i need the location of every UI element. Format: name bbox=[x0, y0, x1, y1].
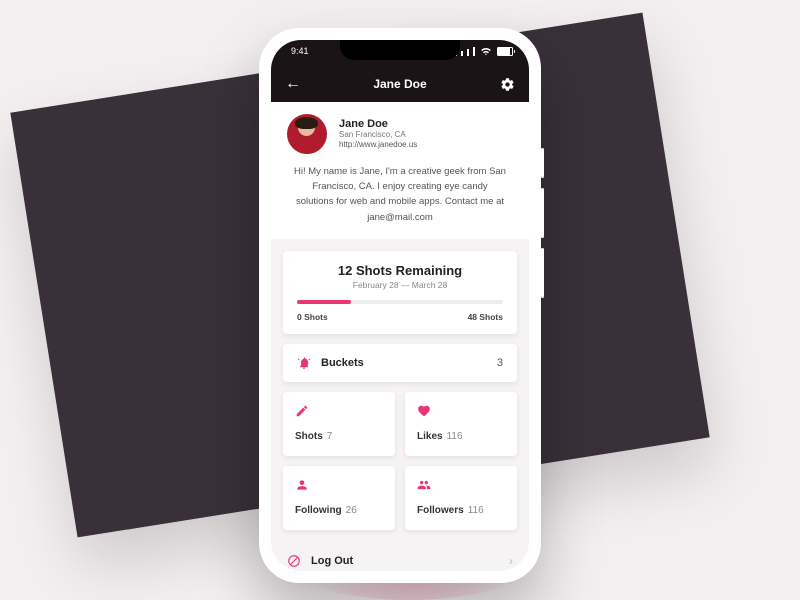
buckets-card[interactable]: Buckets 3 bbox=[283, 344, 517, 382]
content: Jane Doe San Francisco, CA http://www.ja… bbox=[271, 102, 529, 571]
avatar[interactable] bbox=[287, 114, 327, 154]
chevron-right-icon: › bbox=[509, 554, 513, 568]
device-button bbox=[541, 148, 544, 178]
device-button bbox=[541, 188, 544, 238]
wifi-icon bbox=[481, 48, 491, 56]
gear-icon bbox=[500, 77, 515, 92]
profile-location: San Francisco, CA bbox=[339, 130, 417, 140]
settings-button[interactable] bbox=[500, 77, 515, 92]
battery-icon bbox=[497, 47, 513, 56]
likes-tile[interactable]: Likes 116 bbox=[405, 392, 517, 456]
progress-min-label: 0 Shots bbox=[297, 312, 328, 322]
followers-tile[interactable]: Followers 116 bbox=[405, 466, 517, 530]
back-button[interactable]: ← bbox=[285, 75, 301, 93]
profile-name: Jane Doe bbox=[339, 118, 417, 130]
progress-max-label: 48 Shots bbox=[468, 312, 503, 322]
tile-label: Following bbox=[295, 505, 342, 516]
nav-row: ← Jane Doe bbox=[271, 66, 529, 102]
tile-value: 7 bbox=[327, 431, 333, 442]
top-bar: 9:41 ← Jane Doe bbox=[271, 40, 529, 102]
status-indicators bbox=[455, 47, 513, 56]
tile-label: Likes bbox=[417, 431, 443, 442]
shots-tile[interactable]: Shots 7 bbox=[283, 392, 395, 456]
logout-button[interactable]: Log Out › bbox=[271, 542, 529, 571]
device-frame: 9:41 ← Jane Doe bbox=[259, 28, 541, 583]
person-icon bbox=[295, 478, 309, 492]
tile-label: Shots bbox=[295, 431, 323, 442]
shots-period: February 28 — March 28 bbox=[297, 280, 503, 290]
page-title: Jane Doe bbox=[373, 77, 426, 91]
heart-icon bbox=[417, 404, 431, 418]
logout-label: Log Out bbox=[311, 555, 509, 567]
progress-bar bbox=[297, 300, 351, 304]
shots-headline: 12 Shots Remaining bbox=[297, 263, 503, 278]
tile-value: 116 bbox=[447, 431, 463, 442]
device-button bbox=[541, 248, 544, 298]
prohibit-icon bbox=[287, 554, 301, 568]
profile-bio: Hi! My name is Jane, I'm a creative geek… bbox=[287, 164, 513, 225]
following-tile[interactable]: Following 26 bbox=[283, 466, 395, 530]
tile-value: 116 bbox=[468, 505, 484, 516]
profile-url[interactable]: http://www.janedoe.us bbox=[339, 140, 417, 149]
status-time: 9:41 bbox=[291, 46, 309, 56]
stage: 9:41 ← Jane Doe bbox=[0, 0, 800, 600]
pencil-icon bbox=[295, 404, 309, 418]
buckets-count: 3 bbox=[497, 357, 503, 369]
bell-icon bbox=[297, 356, 311, 370]
notch bbox=[340, 40, 460, 60]
progress-track bbox=[297, 300, 503, 304]
profile-header: Jane Doe San Francisco, CA http://www.ja… bbox=[271, 102, 529, 239]
tile-value: 26 bbox=[346, 505, 357, 516]
shots-remaining-card: 12 Shots Remaining February 28 — March 2… bbox=[283, 251, 517, 334]
screen: 9:41 ← Jane Doe bbox=[271, 40, 529, 571]
buckets-label: Buckets bbox=[321, 357, 497, 369]
people-icon bbox=[417, 478, 431, 492]
tile-label: Followers bbox=[417, 505, 464, 516]
